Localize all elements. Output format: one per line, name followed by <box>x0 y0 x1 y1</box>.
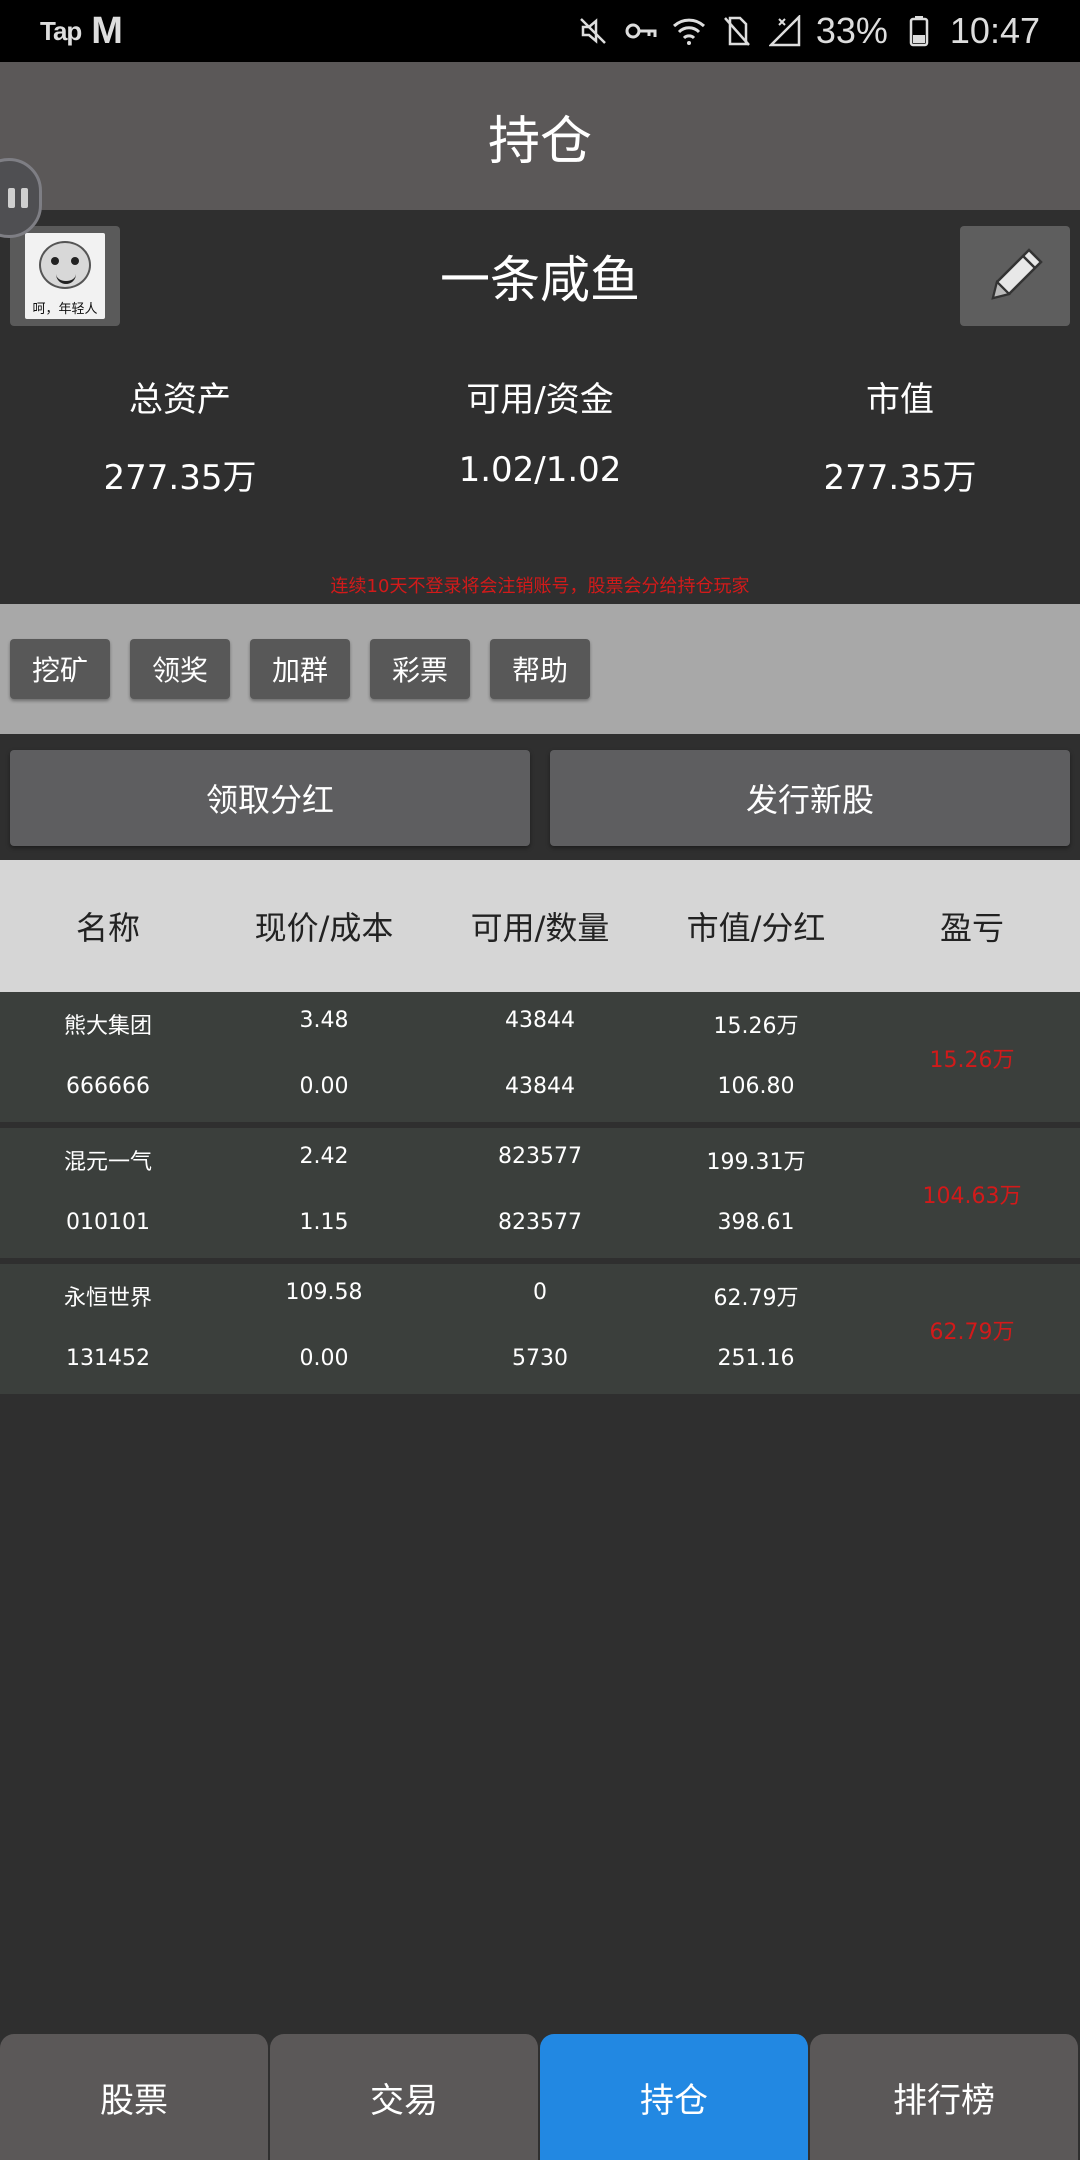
cell-pnl: 104.63万 <box>864 1128 1080 1258</box>
column-header-value-dividend: 市值/分红 <box>686 909 826 947</box>
lottery-button[interactable]: 彩票 <box>370 639 470 699</box>
dividend: 398.61 <box>717 1210 795 1235</box>
vpn-key-icon <box>624 14 658 48</box>
total-shares: 823577 <box>498 1210 582 1235</box>
dividend: 251.16 <box>717 1346 795 1371</box>
stock-code: 010101 <box>66 1210 150 1235</box>
tap-logo: Tap <box>40 15 82 46</box>
username: 一条咸鱼 <box>440 251 640 309</box>
column-header-name: 名称 <box>75 909 140 947</box>
market-value: 199.31万 <box>706 1150 806 1175</box>
page-title: 持仓 <box>487 111 592 172</box>
cell-quantity: 43844 43844 <box>432 992 648 1122</box>
cell-price: 109.58 0.00 <box>216 1264 432 1394</box>
current-price: 109.58 <box>285 1280 363 1305</box>
summary-available-funds: 可用/资金 1.02/1.02 <box>360 372 720 499</box>
mute-icon <box>576 14 610 48</box>
cell-pnl: 62.79万 <box>864 1264 1080 1394</box>
battery-percent: 33% <box>815 10 888 51</box>
mining-button[interactable]: 挖矿 <box>10 639 110 699</box>
summary-value: 277.35万 <box>823 458 977 498</box>
action-strip: 挖矿 领奖 加群 彩票 帮助 <box>0 604 1080 734</box>
stock-name: 混元一气 <box>63 1150 152 1175</box>
cell-value: 62.79万 251.16 <box>648 1264 864 1394</box>
holdings-table-header: 名称 现价/成本 可用/数量 市值/分红 盈亏 <box>0 860 1080 992</box>
help-button[interactable]: 帮助 <box>490 639 590 699</box>
stock-name: 熊大集团 <box>63 1014 152 1039</box>
holdings-table: 熊大集团 666666 3.48 0.00 43844 43844 15.26万 106… <box>0 992 1080 1400</box>
cell-quantity: 823577 823577 <box>432 1128 648 1258</box>
dividend: 106.80 <box>717 1074 795 1099</box>
issue-new-stock-button[interactable]: 发行新股 <box>550 750 1070 846</box>
summary-total-assets: 总资产 277.35万 <box>0 372 360 499</box>
profit-loss: 15.26万 <box>929 1048 1015 1073</box>
market-value: 62.79万 <box>713 1286 799 1311</box>
available-shares: 43844 <box>505 1008 575 1033</box>
profit-loss: 62.79万 <box>929 1320 1015 1345</box>
summary-value: 1.02/1.02 <box>458 450 622 490</box>
no-sim-icon <box>720 14 754 48</box>
tab-leaderboard[interactable]: 排行榜 <box>810 2034 1080 2160</box>
summary-label: 市值 <box>866 380 934 420</box>
summary-market-value: 市值 277.35万 <box>720 372 1080 499</box>
column-header-pnl: 盈亏 <box>939 909 1004 947</box>
total-shares: 5730 <box>512 1346 568 1371</box>
column-header-available-quantity: 可用/数量 <box>470 909 610 947</box>
summary-label: 可用/资金 <box>466 380 614 420</box>
signal-icon <box>768 14 802 48</box>
available-shares: 0 <box>533 1280 547 1305</box>
cell-name: 永恒世界 131452 <box>0 1264 216 1394</box>
cell-price: 2.42 1.15 <box>216 1128 432 1258</box>
stock-code: 666666 <box>66 1074 150 1099</box>
edit-button[interactable] <box>960 226 1070 326</box>
cell-value: 199.31万 398.61 <box>648 1128 864 1258</box>
tab-stocks[interactable]: 股票 <box>0 2034 270 2160</box>
join-group-button[interactable]: 加群 <box>250 639 350 699</box>
table-row[interactable]: 熊大集团 666666 3.48 0.00 43844 43844 15.26万 106… <box>0 992 1080 1122</box>
cell-price: 3.48 0.00 <box>216 992 432 1122</box>
clock: 10:47 <box>949 10 1040 51</box>
primary-actions: 领取分红 发行新股 <box>10 750 1070 846</box>
summary-value: 277.35万 <box>103 458 257 498</box>
tab-trade[interactable]: 交易 <box>270 2034 540 2160</box>
m-logo: M <box>91 9 123 52</box>
cell-pnl: 15.26万 <box>864 992 1080 1122</box>
cell-value: 15.26万 106.80 <box>648 992 864 1122</box>
market-value: 15.26万 <box>713 1014 799 1039</box>
table-row[interactable]: 混元一气 010101 2.42 1.15 823577 823577 199.31万… <box>0 1128 1080 1258</box>
title-bar: 持仓 <box>0 62 1080 210</box>
summary-label: 总资产 <box>129 380 231 420</box>
cell-quantity: 0 5730 <box>432 1264 648 1394</box>
asset-summary: 总资产 277.35万 可用/资金 1.02/1.02 市值 277.35万 <box>0 372 1080 499</box>
cell-name: 混元一气 010101 <box>0 1128 216 1258</box>
pencil-icon <box>991 248 1043 300</box>
profit-loss: 104.63万 <box>922 1184 1022 1209</box>
cost-price: 0.00 <box>299 1074 349 1099</box>
wifi-icon <box>672 14 706 48</box>
cost-price: 1.15 <box>299 1210 349 1235</box>
inactivity-warning: 连续10天不登录将会注销账号，股票会分给持仓玩家 <box>330 576 750 597</box>
claim-dividend-button[interactable]: 领取分红 <box>10 750 530 846</box>
tab-holdings[interactable]: 持仓 <box>540 2034 810 2160</box>
stock-code: 131452 <box>66 1346 150 1371</box>
status-bar: Tap M 33% 10:47 <box>0 0 1080 62</box>
column-header-price-cost: 现价/成本 <box>254 909 394 947</box>
cell-name: 熊大集团 666666 <box>0 992 216 1122</box>
table-row[interactable]: 永恒世界 131452 109.58 0.00 0 5730 62.79万 251.16… <box>0 1264 1080 1394</box>
current-price: 2.42 <box>299 1144 349 1169</box>
available-shares: 823577 <box>498 1144 582 1169</box>
bottom-navigation: 股票 交易 持仓 排行榜 <box>0 2034 1080 2160</box>
cost-price: 0.00 <box>299 1346 349 1371</box>
battery-icon <box>902 14 936 48</box>
stock-name: 永恒世界 <box>63 1286 152 1311</box>
total-shares: 43844 <box>505 1074 575 1099</box>
claim-reward-button[interactable]: 领奖 <box>130 639 230 699</box>
current-price: 3.48 <box>299 1008 349 1033</box>
